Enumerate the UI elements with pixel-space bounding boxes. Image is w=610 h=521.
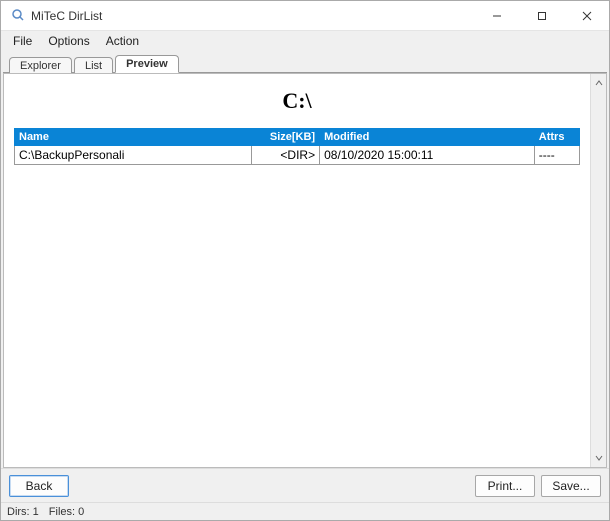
status-files: Files: 0 [49,506,84,518]
menu-action[interactable]: Action [98,32,147,50]
listing-table: Name Size[KB] Modified Attrs C:\BackupPe… [14,128,580,165]
minimize-button[interactable] [474,1,519,30]
menubar: File Options Action [1,31,609,51]
save-button[interactable]: Save... [541,475,601,497]
print-button[interactable]: Print... [475,475,535,497]
tab-explorer[interactable]: Explorer [9,57,72,73]
app-icon [9,8,25,24]
path-title: C:\ [14,88,580,114]
tabstrip-container: Explorer List Preview [1,51,609,73]
preview-pane: C:\ Name Size[KB] Modified Attrs [3,73,607,468]
cell-attrs: ---- [534,146,579,165]
table-header-row: Name Size[KB] Modified Attrs [15,129,580,146]
window-title: MiTeC DirList [31,9,102,23]
maximize-button[interactable] [519,1,564,30]
window-controls [474,1,609,30]
status-dirs-count: 1 [33,506,39,518]
cell-modified: 08/10/2020 15:00:11 [320,146,535,165]
col-size[interactable]: Size[KB] [252,129,320,146]
cell-name: C:\BackupPersonali [15,146,252,165]
vertical-scrollbar[interactable] [590,74,606,467]
tab-list[interactable]: List [74,57,113,73]
content-area: C:\ Name Size[KB] Modified Attrs [1,73,609,468]
button-bar: Back Print... Save... [1,468,609,502]
back-button[interactable]: Back [9,475,69,497]
scroll-up-icon[interactable] [592,76,606,90]
tabstrip: Explorer List Preview [3,53,607,73]
col-modified[interactable]: Modified [320,129,535,146]
col-attrs[interactable]: Attrs [534,129,579,146]
menu-file[interactable]: File [5,32,40,50]
status-files-label: Files: [49,506,75,518]
status-dirs-label: Dirs: [7,506,30,518]
status-bar: Dirs: 1 Files: 0 [1,502,609,520]
close-button[interactable] [564,1,609,30]
preview-inner: C:\ Name Size[KB] Modified Attrs [4,74,590,467]
status-dirs: Dirs: 1 [7,506,39,518]
cell-size: <DIR> [252,146,320,165]
status-files-count: 0 [78,506,84,518]
app-window: MiTeC DirList File Options Action Explor… [0,0,610,521]
scroll-down-icon[interactable] [592,451,606,465]
tab-preview[interactable]: Preview [115,55,179,73]
table-row[interactable]: C:\BackupPersonali <DIR> 08/10/2020 15:0… [15,146,580,165]
menu-options[interactable]: Options [40,32,97,50]
titlebar: MiTeC DirList [1,1,609,31]
col-name[interactable]: Name [15,129,252,146]
